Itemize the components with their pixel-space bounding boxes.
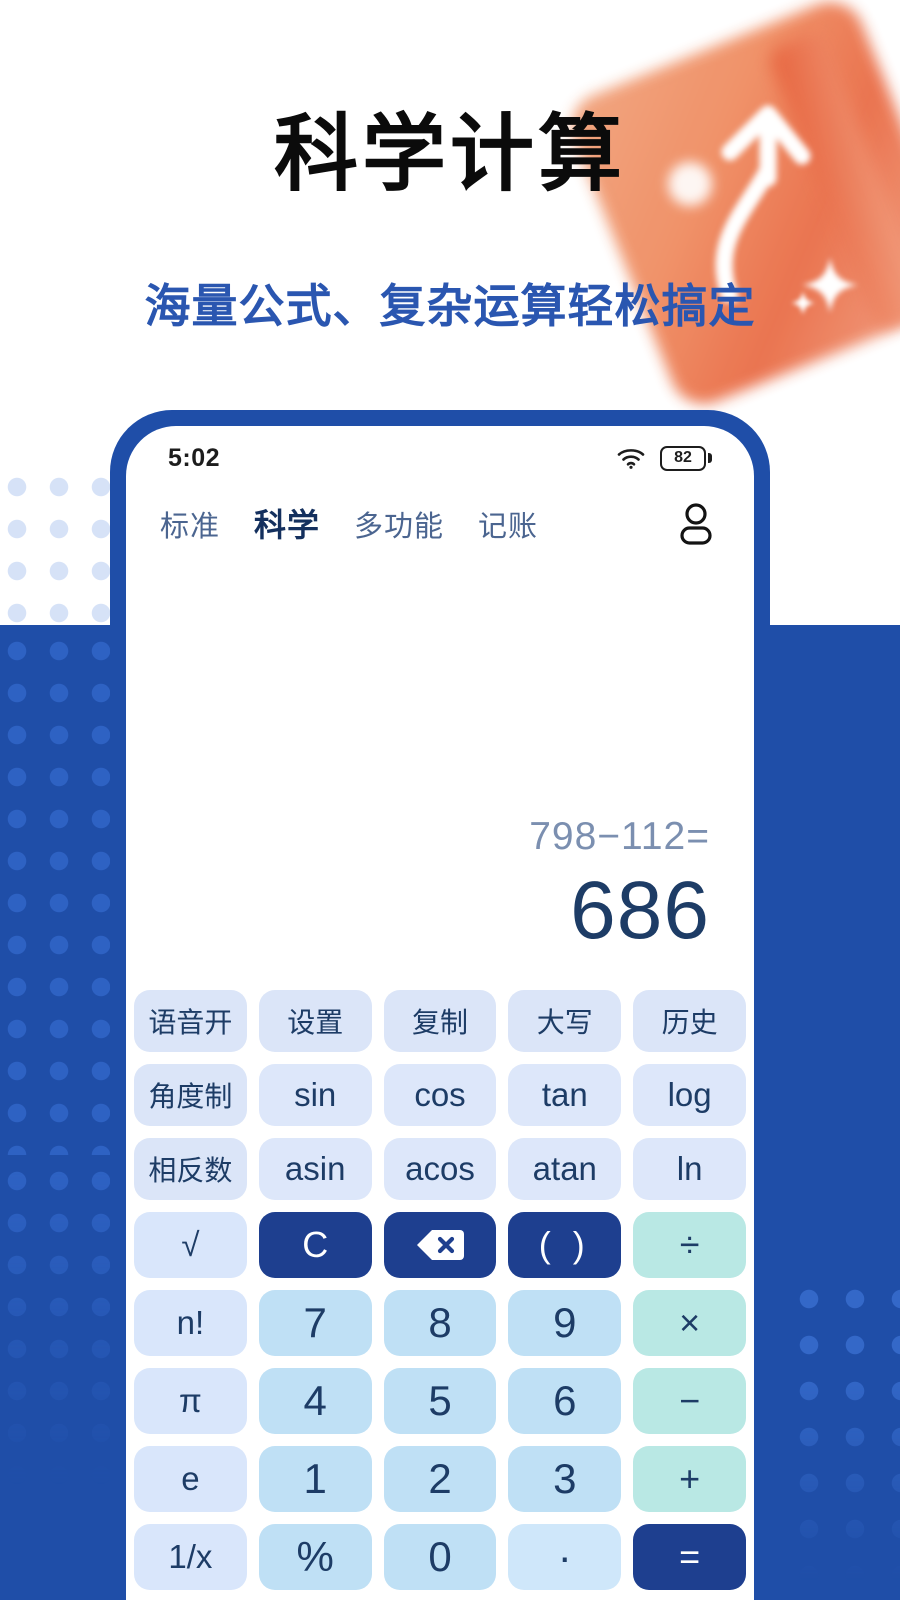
page-title: 科学计算	[273, 107, 626, 201]
key-row-456: π 4 5 6 −	[134, 1368, 746, 1434]
key-9[interactable]: 9	[508, 1290, 622, 1356]
key-degree[interactable]: 角度制	[134, 1064, 247, 1126]
key-factorial[interactable]: n!	[134, 1290, 247, 1356]
dot-pattern-right-blue	[780, 1270, 900, 1580]
key-sin[interactable]: sin	[258, 1064, 372, 1126]
key-cos[interactable]: cos	[383, 1064, 497, 1126]
key-e[interactable]: e	[134, 1446, 247, 1512]
key-atan[interactable]: atan	[508, 1138, 622, 1200]
tab-list: 标准 科学 多功能 记账	[160, 500, 676, 546]
result-text: 686	[570, 864, 710, 956]
tab-standard[interactable]: 标准	[160, 503, 220, 545]
key-0[interactable]: 0	[383, 1524, 497, 1590]
calculator-keypad: 语音开 设置 复制 大写 历史 角度制 sin cos tan log 相反数 …	[126, 984, 754, 1600]
key-6[interactable]: 6	[508, 1368, 622, 1434]
key-ln[interactable]: ln	[633, 1138, 746, 1200]
dot-pattern-top-left	[0, 462, 110, 627]
key-multiply[interactable]: ×	[633, 1290, 746, 1356]
tab-ledger[interactable]: 记账	[478, 503, 538, 545]
phone-mockup: 5:02 82 标准 科学 多功能 记账 798−112= 686 语音开 设置…	[110, 410, 770, 1600]
calculator-display: 798−112= 686	[126, 562, 754, 984]
account-icon[interactable]	[676, 501, 716, 545]
key-log[interactable]: log	[633, 1064, 746, 1126]
battery-percent-label: 82	[674, 449, 692, 466]
key-decimal[interactable]: ·	[508, 1524, 622, 1590]
key-row-trig: 角度制 sin cos tan log	[134, 1064, 746, 1126]
page-subtitle: 海量公式、复杂运算轻松搞定	[144, 280, 756, 332]
tab-scientific[interactable]: 科学	[254, 500, 320, 546]
key-row-tools: 语音开 设置 复制 大写 历史	[134, 990, 746, 1052]
key-row-123: e 1 2 3 +	[134, 1446, 746, 1512]
key-2[interactable]: 2	[383, 1446, 497, 1512]
key-acos[interactable]: acos	[383, 1138, 497, 1200]
key-5[interactable]: 5	[383, 1368, 497, 1434]
key-1[interactable]: 1	[258, 1446, 372, 1512]
backspace-icon	[416, 1230, 464, 1260]
phone-screen: 5:02 82 标准 科学 多功能 记账 798−112= 686 语音开 设置…	[126, 426, 754, 1600]
battery-icon: 82	[660, 445, 712, 471]
key-row-inverse-trig: 相反数 asin acos atan ln	[134, 1138, 746, 1200]
key-history[interactable]: 历史	[633, 990, 746, 1052]
status-indicators: 82	[616, 445, 712, 471]
key-8[interactable]: 8	[383, 1290, 497, 1356]
key-negate[interactable]: 相反数	[134, 1138, 247, 1200]
dot-pattern-left-blue	[0, 625, 110, 1155]
key-row-zero: 1/x % 0 · =	[134, 1524, 746, 1590]
key-parentheses[interactable]: ( )	[508, 1212, 622, 1278]
key-uppercase[interactable]: 大写	[508, 990, 622, 1052]
key-settings[interactable]: 设置	[258, 990, 372, 1052]
wifi-icon	[617, 449, 645, 469]
key-clear[interactable]: C	[258, 1212, 372, 1278]
key-asin[interactable]: asin	[258, 1138, 372, 1200]
key-percent[interactable]: %	[258, 1524, 372, 1590]
key-sqrt[interactable]: √	[134, 1212, 247, 1278]
status-time: 5:02	[168, 443, 221, 472]
key-7[interactable]: 7	[258, 1290, 372, 1356]
key-row-789: n! 7 8 9 ×	[134, 1290, 746, 1356]
key-backspace[interactable]	[383, 1212, 497, 1278]
key-pi[interactable]: π	[134, 1368, 247, 1434]
key-reciprocal[interactable]: 1/x	[134, 1524, 247, 1590]
status-bar: 5:02 82	[126, 426, 754, 484]
key-3[interactable]: 3	[508, 1446, 622, 1512]
tab-multifunction[interactable]: 多功能	[354, 503, 444, 545]
key-copy[interactable]: 复制	[383, 990, 497, 1052]
key-add[interactable]: +	[633, 1446, 746, 1512]
key-row-controls: √ C ( ) ÷	[134, 1212, 746, 1278]
key-subtract[interactable]: −	[633, 1368, 746, 1434]
tab-bar: 标准 科学 多功能 记账	[126, 484, 754, 562]
key-divide[interactable]: ÷	[633, 1212, 746, 1278]
key-tan[interactable]: tan	[508, 1064, 622, 1126]
key-equals[interactable]: =	[633, 1524, 746, 1590]
key-voice[interactable]: 语音开	[134, 990, 247, 1052]
expression-text: 798−112=	[529, 814, 710, 858]
dot-pattern-left-blue-fade	[0, 1155, 110, 1485]
key-4[interactable]: 4	[258, 1368, 372, 1434]
